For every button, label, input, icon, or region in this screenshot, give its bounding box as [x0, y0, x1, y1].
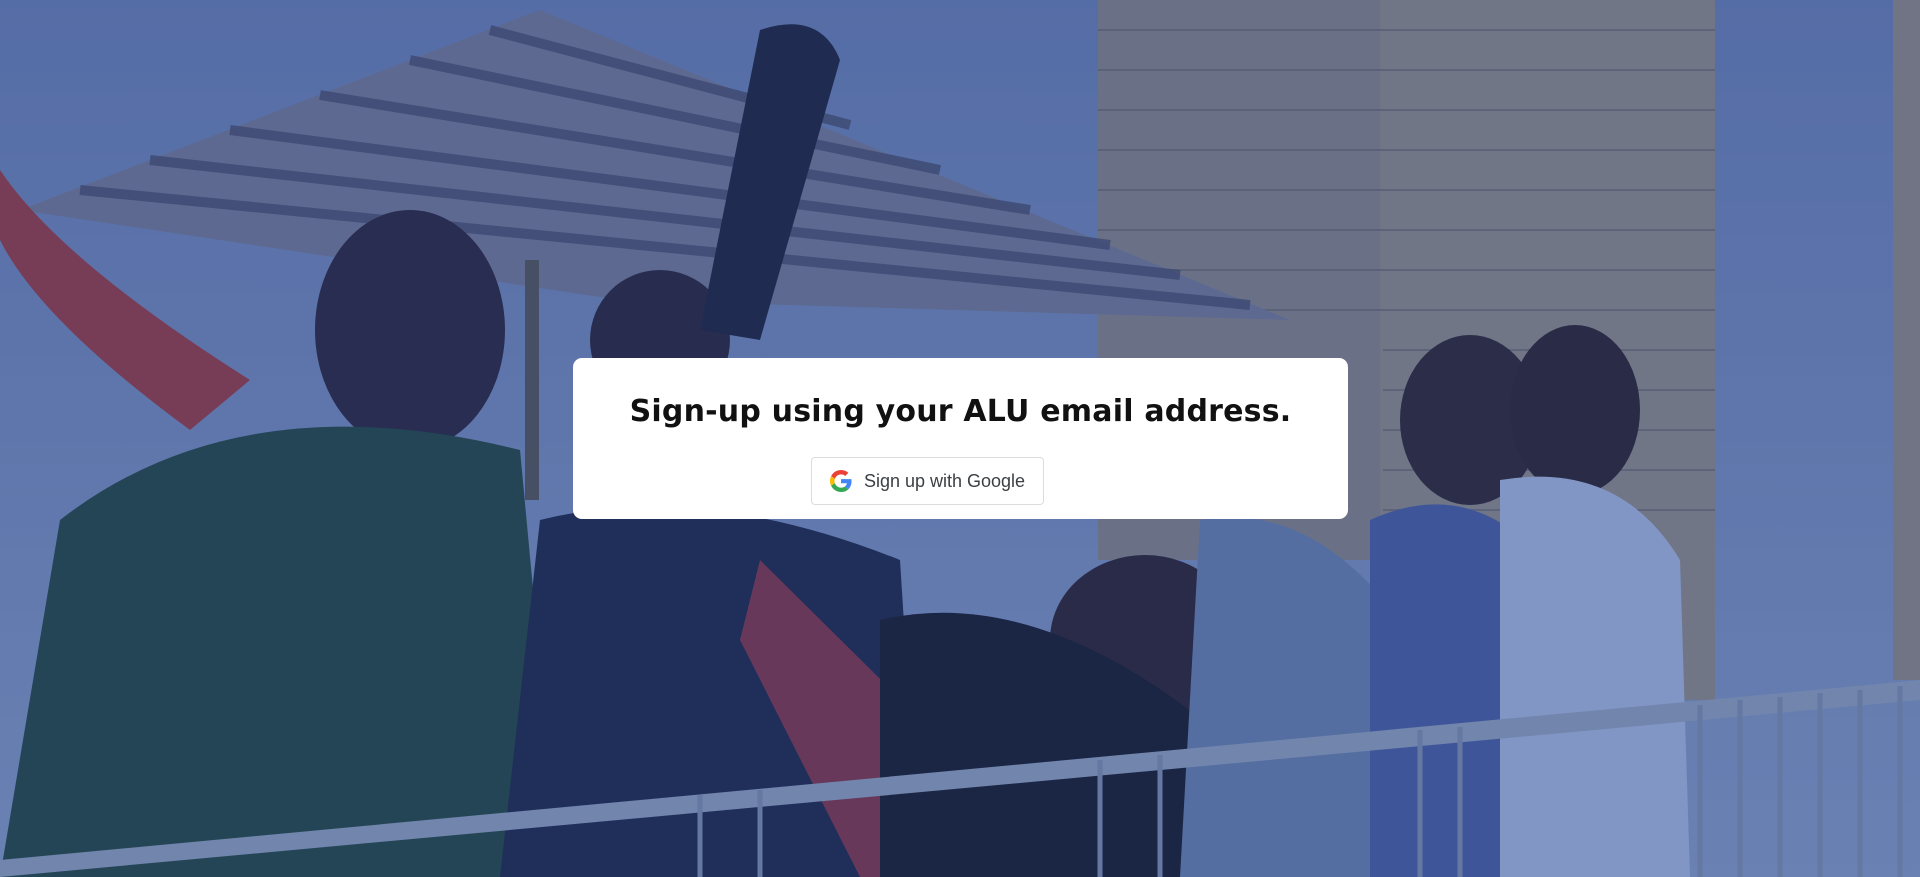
signup-title: Sign-up using your ALU email address. — [629, 394, 1292, 429]
signup-card: Sign-up using your ALU email address. Si… — [573, 358, 1348, 519]
google-button-label: Sign up with Google — [863, 470, 1026, 491]
google-g-icon — [829, 470, 852, 492]
sign-up-with-google-button[interactable]: Sign up with Google — [811, 457, 1044, 505]
